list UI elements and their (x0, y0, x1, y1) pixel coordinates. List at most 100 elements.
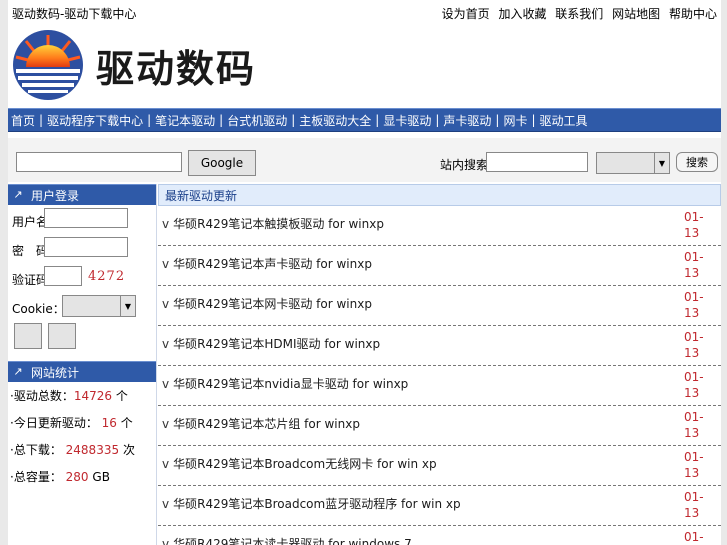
list-item: v华硕R429笔记本读卡器驱动 for windows 7 01-13 (158, 526, 721, 545)
stats-heading-text: 网站统计 (31, 365, 80, 380)
login-heading-text: 用户登录 (31, 188, 80, 203)
top-link-contact[interactable]: 联系我们 (555, 7, 603, 21)
nav-separator: | (375, 113, 380, 127)
driver-title: 华硕R429笔记本读卡器驱动 for windows 7 (173, 537, 412, 545)
username-row: 用户名 (8, 205, 156, 234)
top-link-favorite[interactable]: 加入收藏 (498, 7, 546, 21)
site-search-input[interactable] (486, 152, 588, 172)
stat-label: ·总下载： (10, 443, 62, 457)
driver-link[interactable]: v 华硕R429笔记本nvidia显卡驱动 for winxp (162, 375, 408, 392)
top-bar: 驱动数码-驱动下载中心 设为首页 加入收藏 联系我们 网站地图 帮助中心 (8, 0, 721, 26)
stats-heading: ↗ 网站统计 (8, 361, 156, 382)
top-link-sitemap[interactable]: 网站地图 (612, 7, 660, 21)
driver-date: 01-13 (684, 370, 704, 400)
register-button[interactable] (48, 323, 76, 349)
list-item: v 华硕R429笔记本声卡驱动 for winxp 01-13 (158, 246, 721, 286)
bullet-icon: v (162, 377, 170, 391)
captcha-input[interactable] (44, 266, 82, 286)
latest-drivers-panel: 最新驱动更新 v 华硕R429笔记本触摸板驱动 for winxp 01-13 v… (158, 184, 721, 545)
google-search-input[interactable] (16, 152, 182, 172)
stat-value: 14726 (73, 388, 113, 403)
list-item: v 华硕R429笔记本触摸板驱动 for winxp 01-13 (158, 206, 721, 246)
nav-item-sound[interactable]: 声卡驱动 (443, 112, 491, 129)
nav-item-network[interactable]: 网卡 (503, 112, 527, 129)
stat-label: ·今日更新驱动： (10, 416, 98, 430)
driver-link[interactable]: v 华硕R429笔记本声卡驱动 for winxp (162, 255, 372, 272)
cookie-row: Cookie： ▼ (8, 292, 156, 321)
stat-total-size: ·总容量： 280 GB (8, 463, 156, 490)
password-input[interactable] (44, 237, 128, 257)
nav-item-download-center[interactable]: 驱动程序下载中心 (47, 112, 143, 129)
driver-date: 01-13 (684, 490, 704, 520)
nav-item-graphics[interactable]: 显卡驱动 (383, 112, 431, 129)
driver-title: 华硕R429笔记本触摸板驱动 for winxp (173, 217, 384, 231)
stat-today-updates: ·今日更新驱动： 16 个 (8, 409, 156, 436)
nav-item-tools[interactable]: 驱动工具 (540, 112, 588, 129)
stat-unit: 次 (122, 443, 135, 457)
google-search-button[interactable]: Google (188, 150, 256, 176)
arrow-icon: ↗ (13, 365, 23, 378)
driver-link[interactable]: v 华硕R429笔记本触摸板驱动 for winxp (162, 215, 384, 232)
bullet-icon: v (162, 417, 170, 431)
nav-separator: | (495, 113, 500, 127)
driver-title: 华硕R429笔记本声卡驱动 for winxp (173, 257, 372, 271)
stat-total-downloads: ·总下载： 2488335 次 (8, 436, 156, 463)
driver-link[interactable]: v 华硕R429笔记本HDMI驱动 for winxp (162, 335, 380, 352)
username-input[interactable] (44, 208, 128, 228)
cookie-select[interactable]: ▼ (62, 295, 136, 317)
logo-text: 驱动数码 (96, 45, 257, 91)
stat-value: 280 (65, 469, 89, 484)
nav-item-home[interactable]: 首页 (11, 112, 35, 129)
list-item: v 华硕R429笔记本网卡驱动 for winxp 01-13 (158, 286, 721, 326)
driver-link[interactable]: v 华硕R429笔记本Broadcom蓝牙驱动程序 for win xp (162, 495, 461, 512)
driver-date: 01-13 (684, 250, 704, 280)
list-item: v 华硕R429笔记本nvidia显卡驱动 for winxp 01-13 (158, 366, 721, 406)
stat-label: ·总容量： (10, 470, 62, 484)
nav-item-desktop[interactable]: 台式机驱动 (227, 112, 287, 129)
chevron-down-icon: ▼ (654, 153, 669, 173)
stat-unit: 个 (120, 416, 133, 430)
nav-separator: | (39, 113, 44, 127)
driver-date: 01-13 (684, 290, 704, 320)
driver-title: 华硕R429笔记本Broadcom蓝牙驱动程序 for win xp (173, 497, 461, 511)
login-button[interactable] (14, 323, 42, 349)
top-link-home[interactable]: 设为首页 (442, 7, 490, 21)
driver-title: 华硕R429笔记本nvidia显卡驱动 for winxp (173, 377, 409, 391)
list-item: v 华硕R429笔记本芯片组 for winxp 01-13 (158, 406, 721, 446)
nav-separator: | (435, 113, 440, 127)
captcha-code: 4272 (88, 269, 126, 284)
bullet-icon: v (162, 537, 170, 545)
sidebar: ↗ 用户登录 用户名 密 码 验证码 4272 Cookie： ▼ ↗ 网站统计… (8, 184, 157, 545)
nav-separator: | (531, 113, 536, 127)
top-links: 设为首页 加入收藏 联系我们 网站地图 帮助中心 (437, 5, 717, 22)
login-heading: ↗ 用户登录 (8, 184, 156, 205)
stat-unit: 个 (115, 389, 128, 403)
driver-date: 01-13 (684, 530, 704, 544)
nav-item-motherboard[interactable]: 主板驱动大全 (299, 112, 371, 129)
top-link-help[interactable]: 帮助中心 (669, 7, 717, 21)
nav-item-laptop[interactable]: 笔记本驱动 (155, 112, 215, 129)
main-nav: 首页 | 驱动程序下载中心 | 笔记本驱动 | 台式机驱动 | 主板驱动大全 | 显卡驱动… (8, 108, 721, 132)
driver-link[interactable]: v 华硕R429笔记本Broadcom无线网卡 for win xp (162, 455, 437, 472)
driver-title: 华硕R429笔记本网卡驱动 for winxp (173, 297, 372, 311)
driver-title: 华硕R429笔记本Broadcom无线网卡 for win xp (173, 457, 437, 471)
bullet-icon: v (162, 337, 170, 351)
cookie-label: Cookie： (12, 302, 65, 316)
driver-link[interactable]: v 华硕R429笔记本读卡器驱动 for windows 7 (162, 535, 412, 545)
driver-link[interactable]: v 华硕R429笔记本芯片组 for winxp (162, 415, 360, 432)
site-search-button[interactable]: 搜索 (676, 152, 718, 172)
username-label: 用户名 (12, 215, 49, 229)
driver-date: 01-13 (684, 410, 704, 440)
nav-separator: | (291, 113, 296, 127)
search-category-select[interactable]: ▼ (596, 152, 670, 174)
latest-drivers-heading: 最新驱动更新 (158, 184, 721, 206)
driver-link[interactable]: v 华硕R429笔记本网卡驱动 for winxp (162, 295, 372, 312)
driver-date: 01-13 (684, 450, 704, 480)
login-buttons (8, 321, 156, 361)
stat-total-drivers: ·驱动总数： 14726 个 (8, 382, 156, 409)
page: 驱动数码-驱动下载中心 设为首页 加入收藏 联系我们 网站地图 帮助中心 驱动数… (8, 0, 721, 545)
site-logo[interactable]: 驱动数码 (12, 28, 256, 102)
nav-separator: | (219, 113, 224, 127)
password-label: 密 码 (12, 244, 49, 258)
captcha-label: 验证码 (12, 273, 49, 287)
